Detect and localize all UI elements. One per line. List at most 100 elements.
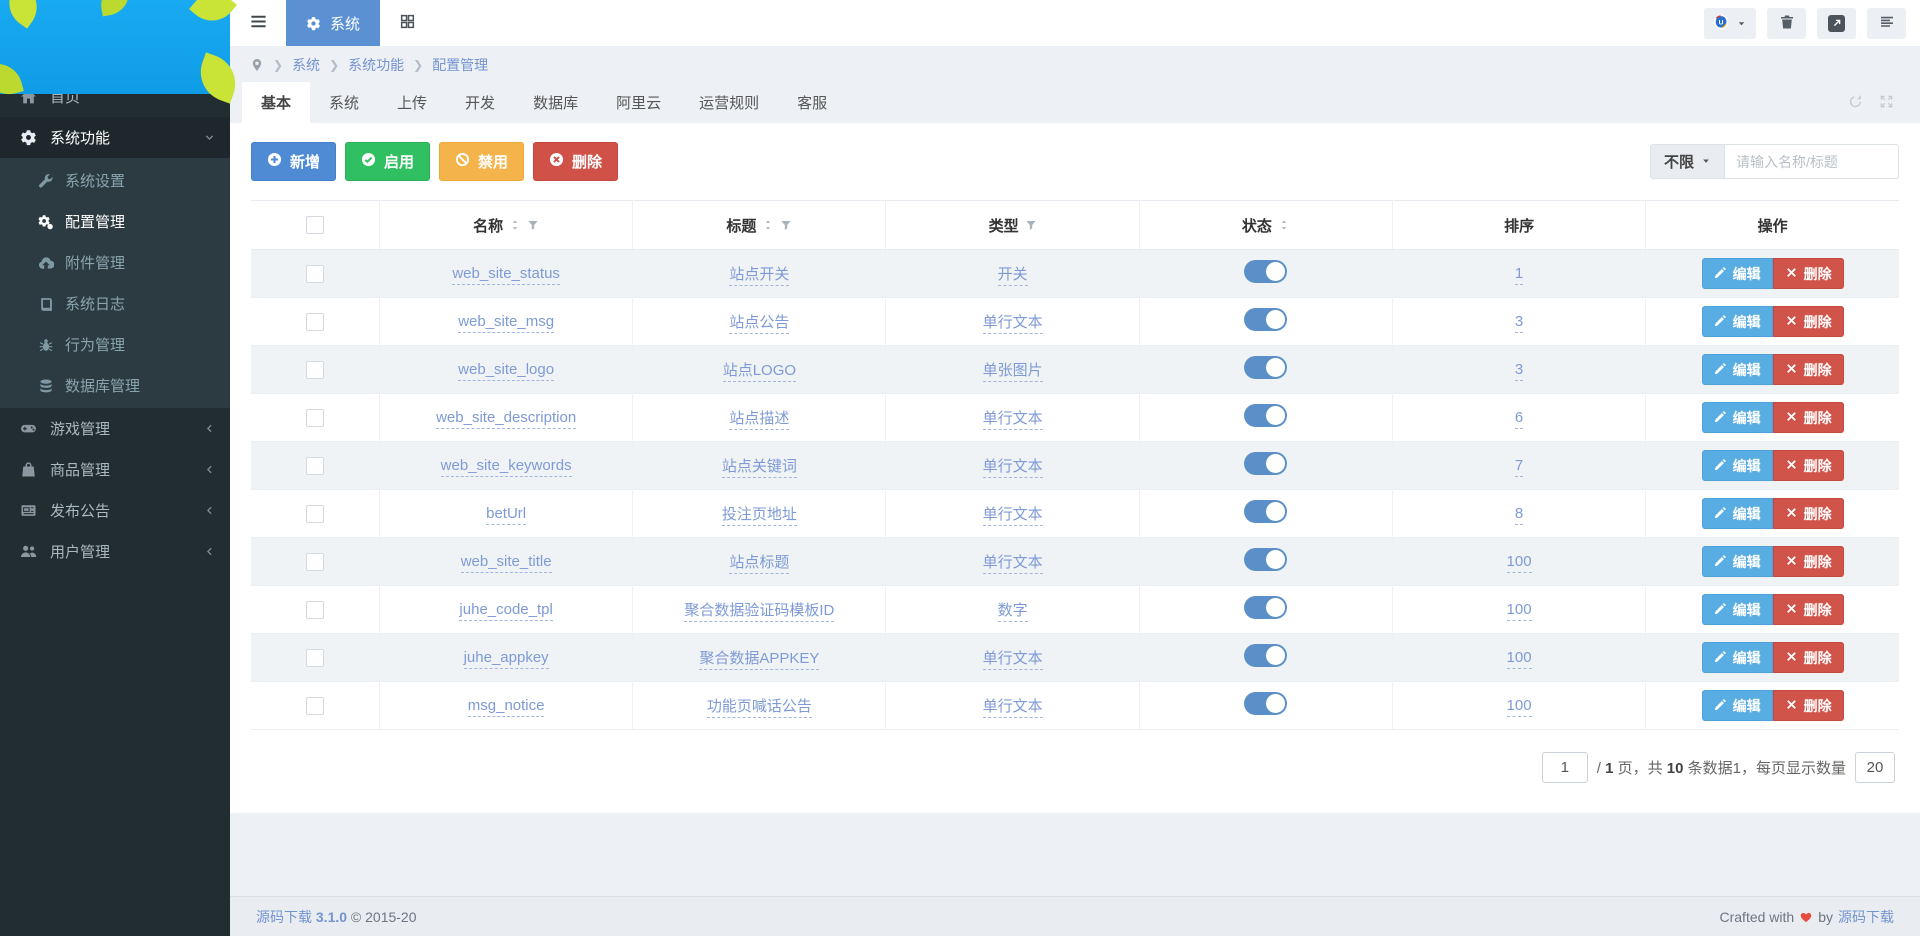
row-name-link[interactable]: web_site_status	[452, 265, 560, 285]
edit-button[interactable]: 编辑	[1702, 690, 1773, 721]
row-type-link[interactable]: 单行文本	[983, 314, 1043, 334]
row-checkbox[interactable]	[306, 361, 324, 379]
column-header[interactable]: 名称	[380, 201, 633, 250]
tab-上传[interactable]: 上传	[378, 82, 446, 123]
sort-icon[interactable]	[762, 219, 774, 231]
row-sort-link[interactable]: 1	[1515, 265, 1523, 285]
row-name-link[interactable]: web_site_title	[461, 553, 552, 573]
modules-grid-button[interactable]	[380, 0, 434, 46]
edit-button[interactable]: 编辑	[1702, 546, 1773, 577]
status-toggle[interactable]	[1244, 404, 1287, 427]
edit-button[interactable]: 编辑	[1702, 354, 1773, 385]
tab-系统[interactable]: 系统	[310, 82, 378, 123]
row-delete-button[interactable]: 删除	[1773, 546, 1844, 577]
breadcrumb-link[interactable]: 系统功能	[348, 55, 404, 75]
row-type-link[interactable]: 开关	[998, 266, 1028, 286]
row-sort-link[interactable]: 3	[1515, 313, 1523, 333]
row-title-link[interactable]: 站点LOGO	[723, 362, 796, 382]
status-toggle[interactable]	[1244, 596, 1287, 619]
status-toggle[interactable]	[1244, 452, 1287, 475]
sidebar-item-system-settings[interactable]: 系统设置	[0, 160, 230, 201]
footer-crafted-link[interactable]: 源码下载	[1838, 907, 1894, 927]
row-title-link[interactable]: 站点公告	[729, 314, 789, 334]
row-checkbox[interactable]	[306, 505, 324, 523]
external-link-button[interactable]	[1817, 8, 1856, 39]
row-title-link[interactable]: 功能页喊话公告	[707, 698, 812, 718]
row-checkbox[interactable]	[306, 313, 324, 331]
edit-button[interactable]: 编辑	[1702, 642, 1773, 673]
edit-button[interactable]: 编辑	[1702, 258, 1773, 289]
row-checkbox[interactable]	[306, 409, 324, 427]
column-header[interactable]: 标题	[633, 201, 886, 250]
tab-开发[interactable]: 开发	[446, 82, 514, 123]
filter-dropdown[interactable]: 不限	[1650, 144, 1724, 179]
row-title-link[interactable]: 聚合数据APPKEY	[699, 650, 819, 670]
tab-客服[interactable]: 客服	[778, 82, 846, 123]
tab-运营规则[interactable]: 运营规则	[680, 82, 778, 123]
sidebar-item-database-manage[interactable]: 数据库管理	[0, 365, 230, 406]
row-delete-button[interactable]: 删除	[1773, 306, 1844, 337]
row-name-link[interactable]: web_site_logo	[458, 361, 554, 381]
row-delete-button[interactable]: 删除	[1773, 402, 1844, 433]
status-toggle[interactable]	[1244, 692, 1287, 715]
row-name-link[interactable]: juhe_appkey	[464, 649, 549, 669]
column-header[interactable]: 状态	[1139, 201, 1392, 250]
breadcrumb-link[interactable]: 配置管理	[432, 55, 488, 75]
row-title-link[interactable]: 站点开关	[729, 266, 789, 286]
sidebar-item-config-manage[interactable]: 配置管理	[0, 201, 230, 242]
row-sort-link[interactable]: 100	[1507, 553, 1532, 573]
status-toggle[interactable]	[1244, 500, 1287, 523]
column-header[interactable]: 排序	[1392, 201, 1645, 250]
row-checkbox[interactable]	[306, 649, 324, 667]
row-sort-link[interactable]: 3	[1515, 361, 1523, 381]
search-input[interactable]	[1724, 144, 1899, 179]
row-checkbox[interactable]	[306, 265, 324, 283]
tab-数据库[interactable]: 数据库	[514, 82, 597, 123]
trash-button[interactable]	[1767, 8, 1806, 39]
row-sort-link[interactable]: 7	[1515, 457, 1523, 477]
row-sort-link[interactable]: 100	[1507, 697, 1532, 717]
disable-button[interactable]: 禁用	[439, 142, 524, 181]
row-delete-button[interactable]: 删除	[1773, 642, 1844, 673]
row-type-link[interactable]: 单行文本	[983, 410, 1043, 430]
edit-button[interactable]: 编辑	[1702, 498, 1773, 529]
delete-button[interactable]: 删除	[533, 142, 618, 181]
row-checkbox[interactable]	[306, 457, 324, 475]
footer-brand-link[interactable]: 源码下载	[256, 909, 312, 925]
sidebar-item-publish-notice[interactable]: 发布公告	[0, 490, 230, 531]
add-button[interactable]: 新增	[251, 142, 336, 181]
row-type-link[interactable]: 单张图片	[983, 362, 1043, 382]
row-sort-link[interactable]: 100	[1507, 649, 1532, 669]
row-sort-link[interactable]: 100	[1507, 601, 1532, 621]
filter-icon[interactable]	[780, 219, 792, 231]
row-name-link[interactable]: msg_notice	[468, 697, 545, 717]
sidebar-item-game-manage[interactable]: 游戏管理	[0, 408, 230, 449]
per-page-input[interactable]	[1855, 752, 1895, 783]
sidebar-item-system-log[interactable]: 系统日志	[0, 283, 230, 324]
tab-基本[interactable]: 基本	[242, 82, 310, 123]
status-toggle[interactable]	[1244, 260, 1287, 283]
sort-icon[interactable]	[509, 219, 521, 231]
row-delete-button[interactable]: 删除	[1773, 258, 1844, 289]
row-name-link[interactable]: web_site_description	[436, 409, 576, 429]
filter-icon[interactable]	[1025, 219, 1037, 231]
row-checkbox[interactable]	[306, 553, 324, 571]
row-type-link[interactable]: 单行文本	[983, 554, 1043, 574]
row-sort-link[interactable]: 6	[1515, 409, 1523, 429]
breadcrumb-link[interactable]: 系统	[292, 55, 320, 75]
status-toggle[interactable]	[1244, 644, 1287, 667]
edit-button[interactable]: 编辑	[1702, 402, 1773, 433]
sidebar-toggle-button[interactable]	[230, 0, 286, 46]
sort-icon[interactable]	[1278, 219, 1290, 231]
row-title-link[interactable]: 站点标题	[729, 554, 789, 574]
row-type-link[interactable]: 单行文本	[983, 698, 1043, 718]
refresh-icon[interactable]	[1848, 94, 1863, 113]
row-name-link[interactable]: web_site_keywords	[441, 457, 572, 477]
row-name-link[interactable]: web_site_msg	[458, 313, 554, 333]
row-title-link[interactable]: 站点关键词	[722, 458, 797, 478]
sidebar-item-goods-manage[interactable]: 商品管理	[0, 449, 230, 490]
row-checkbox[interactable]	[306, 697, 324, 715]
row-title-link[interactable]: 投注页地址	[722, 506, 797, 526]
select-all-checkbox[interactable]	[306, 216, 324, 234]
menu-list-button[interactable]	[1867, 8, 1906, 39]
